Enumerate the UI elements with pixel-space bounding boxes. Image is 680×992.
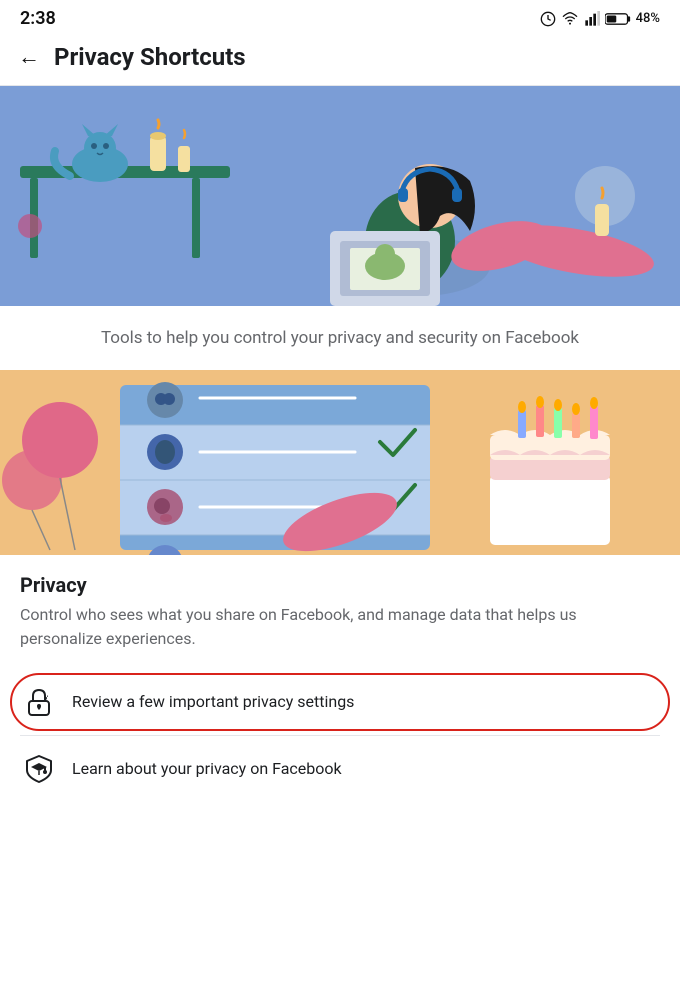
status-bar: 2:38 48% [0,0,680,33]
battery-icon [605,12,631,26]
learn-privacy-label: Learn about your privacy on Facebook [72,759,660,778]
graduation-shield-icon [20,750,58,788]
hero-illustration [0,86,680,306]
subtitle-text: Tools to help you control your privacy a… [30,326,650,352]
menu-items: Review a few important privacy settings … [0,659,680,802]
privacy-illustration [0,370,680,555]
privacy-description: Control who sees what you share on Faceb… [20,603,660,651]
privacy-section: Privacy Control who sees what you share … [0,555,680,659]
status-icons: 48% [540,11,660,27]
app-header: ← Privacy Shortcuts [0,33,680,86]
lock-heart-icon [20,683,58,721]
learn-privacy-item[interactable]: Learn about your privacy on Facebook [0,736,680,802]
status-time: 2:38 [20,8,56,29]
back-button[interactable]: ← [18,44,40,70]
battery-percent: 48% [636,11,660,26]
page-title: Privacy Shortcuts [54,43,246,71]
wifi-icon [561,11,579,27]
signal-icon [584,11,600,27]
review-privacy-label: Review a few important privacy settings [72,692,660,711]
review-privacy-item[interactable]: Review a few important privacy settings [0,669,680,735]
hero-svg [0,86,680,306]
subtitle-section: Tools to help you control your privacy a… [0,306,680,370]
clock-icon [540,11,556,27]
privacy-title: Privacy [20,573,660,597]
privacy-svg [0,370,680,555]
